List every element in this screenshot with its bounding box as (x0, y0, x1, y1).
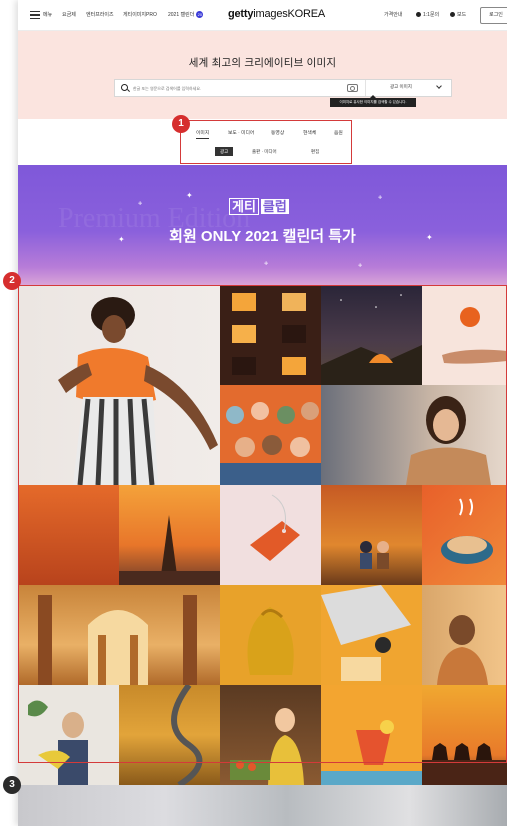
logo-bold: getty (228, 8, 254, 20)
photo-building-windows[interactable] (220, 285, 321, 385)
cleaning-illustration (28, 700, 88, 785)
photo-crowd-illustration[interactable] (220, 385, 321, 485)
shop-illustration (230, 708, 304, 785)
photo-night-sky-tent[interactable] (321, 285, 422, 385)
nav-link-calendar[interactable]: 2021 캘린더 20 (168, 11, 204, 19)
photo-partial-row[interactable] (18, 785, 507, 826)
nav-link-gettyimages-pro[interactable]: 게티이미지PRO (123, 11, 157, 18)
photo-orange-room[interactable] (18, 485, 119, 585)
nav-link-enterprise[interactable]: 엔터프라이즈 (86, 11, 114, 18)
photo-vegetable-shop[interactable] (220, 685, 321, 785)
sparkle-icon: ✦ (186, 191, 193, 200)
chat-icon (416, 12, 421, 18)
smiling-woman-illustration (406, 396, 491, 485)
hamburger-menu-icon[interactable] (30, 11, 40, 20)
search-input[interactable] (133, 83, 323, 93)
photo-grid (18, 285, 507, 826)
sparkle-icon: ✚ (264, 261, 269, 267)
nav-link-inquiry[interactable]: 1:1문의 (416, 11, 439, 18)
man-illustration (437, 615, 488, 685)
eiffel-tower-illustration (119, 515, 220, 585)
calendar-badge: 20 (196, 11, 204, 19)
badge-getty: 게티 (229, 198, 259, 215)
photo-yellow-sweater[interactable] (220, 585, 321, 685)
camel-illustration (422, 743, 507, 785)
nav-link-board[interactable]: 보드 (450, 11, 466, 18)
photo-dancing-woman[interactable] (18, 285, 220, 485)
photo-laptop-coffee[interactable] (321, 585, 422, 685)
login-button[interactable]: 로그인 (480, 7, 507, 24)
camera-search-icon[interactable] (347, 84, 358, 92)
media-tabs: 이미지 보도 · 미디어 동영상 현색체 음원 광고 출판 · 미디어 편집 (18, 119, 507, 165)
cocktail-illustration (321, 720, 422, 785)
search-divider (365, 80, 366, 96)
photo-autumn-road[interactable] (119, 685, 220, 785)
windows-illustration (232, 293, 306, 375)
search-icon[interactable] (121, 84, 128, 91)
photo-paris-sunset[interactable] (119, 485, 220, 585)
nav-link-price-guide[interactable]: 가격안내 (384, 11, 402, 18)
sparkle-icon: ✚ (378, 195, 383, 201)
search-bar: 광고 이미지 (114, 79, 452, 97)
badge-club: 클럽 (260, 199, 289, 214)
getty-club-badge: 게티 클럽 (229, 198, 289, 216)
board-label: 보드 (457, 12, 467, 18)
browser-page: 메뉴 요금제 엔터프라이즈 게티이미지PRO 2021 캘린더 20 gettyi… (18, 0, 507, 826)
bowl-illustration (441, 498, 493, 564)
photo-autumn-hikers[interactable] (321, 485, 422, 585)
promo-banner[interactable]: Premium Edition ✦ ✚ ✚ ✦ ✦ ✚ ✚ 게티 클럽 회원 ON… (18, 165, 507, 285)
board-icon (450, 12, 455, 18)
laptop-illustration (321, 585, 411, 681)
callout-marker-1: 1 (172, 115, 190, 133)
menu-link[interactable]: 메뉴 (43, 11, 52, 18)
callout-marker-2: 2 (3, 272, 21, 290)
photo-cocktail-glass[interactable] (321, 685, 422, 785)
photo-hand-orange[interactable] (422, 285, 507, 385)
photo-smiling-woman[interactable] (321, 385, 507, 485)
nav-link-pricing[interactable]: 요금제 (62, 11, 76, 18)
photo-food-bowl[interactable] (422, 485, 507, 585)
nav-link-calendar-label: 2021 캘린더 (168, 12, 195, 18)
tabs-highlight-box (180, 120, 352, 164)
hikers-illustration (360, 541, 389, 569)
category-select[interactable]: 광고 이미지 (390, 84, 412, 90)
photo-price-tag[interactable] (220, 485, 321, 585)
sweater-illustration (247, 607, 294, 675)
photo-man-mirror[interactable] (422, 585, 507, 685)
sparkle-icon: ✚ (138, 201, 143, 207)
gettyimages-logo[interactable]: gettyimagesKOREA (228, 8, 325, 20)
sparkle-icon: ✚ (358, 263, 363, 269)
top-navigation: 메뉴 요금제 엔터프라이즈 게티이미지PRO 2021 캘린더 20 gettyi… (18, 0, 507, 31)
callout-marker-3: 3 (3, 776, 21, 794)
temple-illustration (38, 595, 197, 685)
tent-illustration (321, 294, 422, 385)
chevron-down-icon[interactable] (436, 83, 442, 89)
orange-illustration (442, 307, 507, 364)
photo-woman-cleaning[interactable] (18, 685, 119, 785)
logo-rest: imagesKOREA (253, 8, 326, 20)
crowd-illustration (220, 402, 321, 485)
photo-temple-interior[interactable] (18, 585, 220, 685)
image-search-tooltip: 이미지로 유사한 이미지를 검색할 수 있습니다. (330, 95, 416, 107)
hero-title: 세계 최고의 크리에이티브 이미지 (188, 57, 337, 69)
road-illustration (171, 685, 203, 785)
hero-section: 세계 최고의 크리에이티브 이미지 광고 이미지 이미지로 유사한 이미지를 검… (18, 31, 507, 119)
banner-title: 회원 ONLY 2021 캘린더 특가 (169, 228, 356, 245)
price-tag-illustration (250, 494, 300, 561)
photo-camel-caravan[interactable] (422, 685, 507, 785)
dancing-woman-illustration (58, 297, 218, 485)
inquiry-label: 1:1문의 (423, 12, 440, 18)
